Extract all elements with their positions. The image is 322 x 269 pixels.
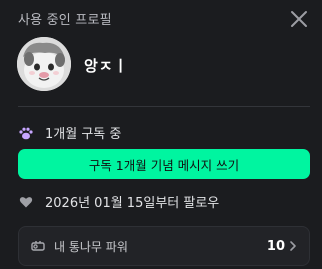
profile-panel: 사용 중인 프로필 앙ㅈㅣ 1개월 구독 중 구독 1개월 기념 메시지 쓰기 … — [0, 0, 322, 269]
subscription-text: 1개월 구독 중 — [45, 127, 122, 142]
log-power-label: 내 통나무 파워 — [54, 239, 128, 254]
chevron-right-icon — [288, 240, 298, 252]
follow-since-text: 2026년 01월 15일부터 팔로우 — [45, 196, 220, 211]
log-power-value: 10 — [266, 238, 285, 254]
heart-icon — [18, 194, 34, 210]
avatar — [17, 37, 71, 91]
profile-nickname: 앙ㅈㅣ — [84, 57, 129, 75]
close-icon — [291, 11, 307, 27]
close-button[interactable] — [288, 8, 310, 30]
divider — [18, 106, 310, 107]
panel-title: 사용 중인 프로필 — [18, 13, 112, 28]
subscription-message-button[interactable]: 구독 1개월 기념 메시지 쓰기 — [18, 149, 310, 179]
subscription-status: 1개월 구독 중 — [18, 123, 121, 142]
follow-since: 2026년 01월 15일부터 팔로우 — [18, 192, 219, 211]
log-icon — [30, 238, 46, 254]
log-power-card[interactable]: 내 통나무 파워 10 — [18, 226, 310, 266]
paw-icon — [18, 125, 34, 141]
